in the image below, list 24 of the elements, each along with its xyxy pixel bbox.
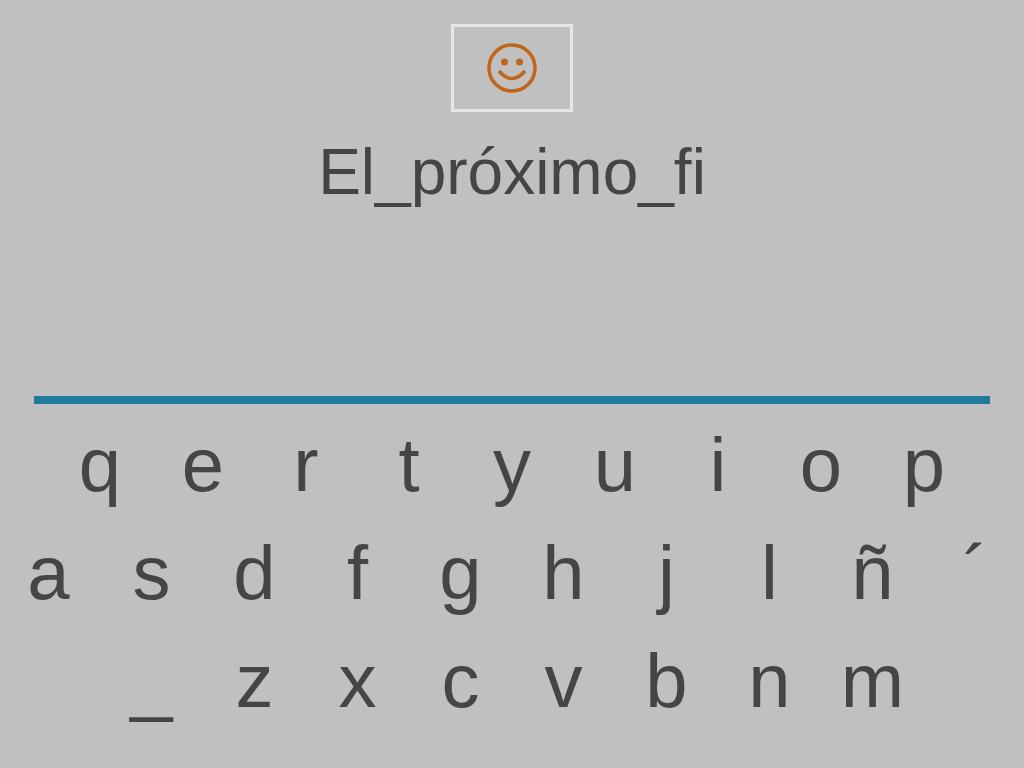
letter-key[interactable]: x xyxy=(306,642,409,720)
letter-key[interactable]: o xyxy=(769,426,873,504)
letter-key[interactable]: b xyxy=(615,642,718,720)
letter-key[interactable]: c xyxy=(409,642,512,720)
letter-key[interactable]: d xyxy=(203,534,306,612)
letter-key[interactable]: e xyxy=(151,426,255,504)
letter-key[interactable]: v xyxy=(512,642,615,720)
letter-key[interactable]: z xyxy=(203,642,306,720)
letter-key[interactable]: f xyxy=(306,534,409,612)
smiley-icon xyxy=(486,42,538,94)
letter-key[interactable]: u xyxy=(563,426,667,504)
letter-key[interactable]: n xyxy=(718,642,821,720)
letter-key[interactable]: s xyxy=(100,534,203,612)
smiley-button[interactable] xyxy=(451,24,573,112)
letter-key[interactable]: a xyxy=(0,534,100,612)
letter-key[interactable]: r xyxy=(254,426,358,504)
letter-key[interactable]: m xyxy=(821,642,924,720)
letter-key[interactable]: ñ xyxy=(821,534,924,612)
letter-key[interactable]: h xyxy=(512,534,615,612)
letter-key[interactable]: ´ xyxy=(924,534,1024,612)
letter-key[interactable]: i xyxy=(666,426,770,504)
letter-key[interactable]: _ xyxy=(100,642,203,720)
letter-key[interactable]: t xyxy=(357,426,461,504)
letter-key[interactable]: l xyxy=(718,534,821,612)
